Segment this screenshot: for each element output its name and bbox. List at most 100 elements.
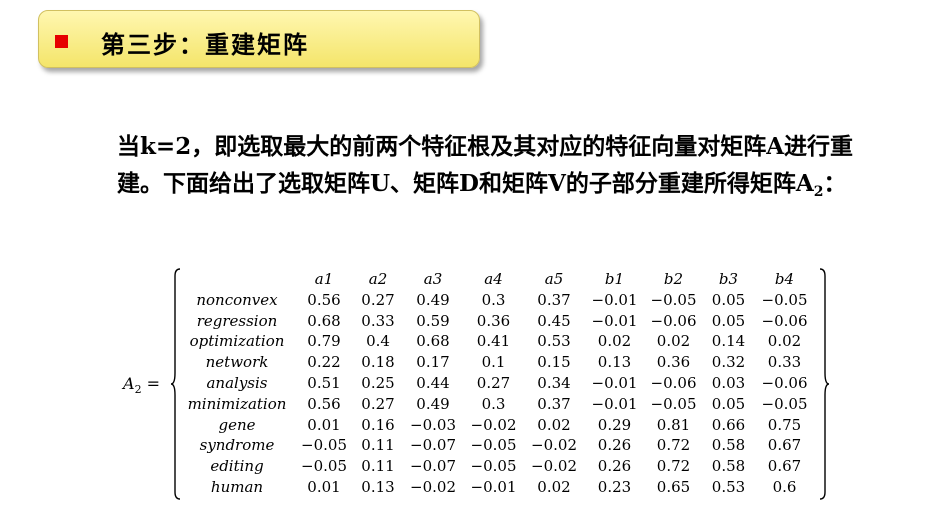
matrix-cell: 0.75	[767, 415, 802, 434]
matrix-cell: 0.79	[307, 332, 341, 351]
row-label: gene	[218, 415, 256, 434]
matrix-row: network 0.22 0.18 0.17 0.1 0.15 0.13 0.3…	[178, 352, 813, 373]
row-label: minimization	[187, 394, 287, 413]
matrix-cell: 0.56	[307, 394, 341, 413]
matrix-row: regression 0.68 0.33 0.59 0.36 0.45 −0.0…	[178, 311, 813, 332]
matrix-cell: 0.4	[366, 332, 390, 351]
matrix-cell: 0.01	[307, 415, 341, 434]
matrix-cell: 0.67	[767, 457, 802, 476]
matrix-cell: 0.41	[476, 332, 511, 351]
matrix-cell: 0.67	[767, 436, 802, 455]
column-header: b3	[718, 270, 739, 288]
matrix-corner	[178, 269, 296, 290]
section-title-banner: 第三步：重建矩阵	[38, 10, 480, 68]
row-label: syndrome	[199, 436, 275, 455]
matrix-cell: −0.02	[531, 436, 577, 455]
description-paragraph: 当k=2，即选取最大的前两个特征根及其对应的特征向量对矩阵A进行重建。下面给出了…	[117, 128, 877, 211]
matrix-cell: 0.33	[767, 353, 802, 372]
matrix-cell: −0.02	[410, 477, 456, 496]
matrix-cell: 0.15	[537, 353, 571, 372]
matrix-cell: −0.06	[761, 311, 808, 330]
matrix-cell: 0.33	[361, 311, 395, 330]
matrix-cell: 0.05	[711, 290, 746, 309]
section-title: 第三步：重建矩阵	[101, 30, 309, 59]
column-header: b1	[604, 270, 625, 288]
matrix-cell: 0.11	[361, 457, 395, 476]
matrix-cell: −0.01	[470, 477, 517, 496]
column-header: a1	[314, 270, 334, 288]
column-header: b4	[774, 270, 795, 288]
matrix-row: gene 0.01 0.16 −0.03 −0.02 0.02 0.29 0.8…	[178, 415, 813, 436]
matrix-cell: 0.51	[307, 373, 341, 392]
matrix-cell: 0.3	[481, 394, 506, 413]
matrix-row: human 0.01 0.13 −0.02 −0.01 0.02 0.23 0.…	[178, 477, 813, 498]
matrix-cell: 0.49	[416, 290, 450, 309]
matrix-cell: 0.72	[656, 436, 691, 455]
row-label: optimization	[189, 332, 285, 351]
matrix-label: A2 =	[123, 374, 160, 396]
red-square-bullet-icon	[55, 35, 68, 48]
matrix-cell: −0.05	[650, 394, 697, 413]
matrix-cell: 0.17	[416, 353, 450, 372]
column-header: b2	[663, 270, 684, 288]
matrix-cell: 0.59	[416, 311, 450, 330]
matrix-cell: −0.06	[761, 373, 808, 392]
matrix-cell: 0.44	[416, 373, 450, 392]
matrix-cell: 0.3	[481, 290, 506, 309]
matrix-cell: 0.02	[656, 332, 691, 351]
row-label: nonconvex	[196, 290, 278, 309]
matrix-cell: −0.07	[410, 436, 456, 455]
matrix-row: nonconvex 0.56 0.27 0.49 0.3 0.37 −0.01 …	[178, 290, 813, 311]
matrix-cell: 0.49	[416, 394, 450, 413]
matrix-cell: −0.01	[591, 311, 638, 330]
matrix-cell: 0.13	[597, 353, 632, 372]
row-label: regression	[196, 311, 278, 330]
paragraph-text: 当k=2，即选取最大的前两个特征根及其对应的特征向量对矩阵A进行重建。下面给出了…	[117, 133, 854, 197]
matrix-cell: 0.37	[537, 394, 571, 413]
matrix-label-name: A	[123, 374, 135, 393]
right-brace-icon	[819, 268, 830, 500]
matrix-cell: −0.01	[591, 290, 638, 309]
matrix-cell: 0.81	[656, 415, 691, 434]
column-header: a3	[423, 270, 443, 288]
matrix-label-equals: =	[141, 374, 161, 393]
column-header: a2	[368, 270, 388, 288]
matrix-cell: −0.05	[650, 290, 697, 309]
matrix-cell: 0.27	[361, 290, 395, 309]
matrix-cell: −0.06	[650, 373, 697, 392]
matrix-cell: −0.01	[591, 373, 638, 392]
matrix-cell: 0.29	[597, 415, 632, 434]
matrix-cell: 0.72	[656, 457, 691, 476]
matrix-cell: 0.1	[481, 353, 506, 372]
matrix-cell: −0.05	[301, 457, 347, 476]
matrix-cell: 0.25	[361, 373, 395, 392]
column-header: a4	[484, 270, 503, 288]
paragraph-subscript: 2	[813, 184, 824, 200]
matrix-cell: 0.13	[361, 477, 395, 496]
matrix-row: analysis 0.51 0.25 0.44 0.27 0.34 −0.01 …	[178, 373, 813, 394]
matrix-cell: −0.05	[761, 290, 808, 309]
matrix-cell: 0.53	[711, 477, 746, 496]
matrix-cell: −0.05	[470, 436, 517, 455]
row-label: analysis	[206, 373, 268, 392]
matrix-cell: 0.18	[361, 353, 395, 372]
column-header: a5	[544, 270, 564, 288]
matrix-cell: 0.27	[361, 394, 395, 413]
matrix-cell: 0.45	[537, 311, 571, 330]
matrix-cell: 0.34	[537, 373, 571, 392]
matrix-cell: 0.56	[307, 290, 341, 309]
matrix-row: syndrome −0.05 0.11 −0.07 −0.05 −0.02 0.…	[178, 435, 813, 456]
matrix-cell: 0.05	[711, 311, 746, 330]
matrix-row: minimization 0.56 0.27 0.49 0.3 0.37 −0.…	[178, 394, 813, 415]
matrix-cell: 0.26	[597, 436, 632, 455]
matrix-cell: 0.22	[307, 353, 341, 372]
matrix-cell: −0.05	[470, 457, 517, 476]
matrix-cell: 0.66	[711, 415, 746, 434]
matrix-cell: 0.58	[711, 457, 746, 476]
matrix-header-row: a1 a2 a3 a4 a5 b1 b2 b3 b4	[178, 269, 813, 290]
matrix-cell: 0.32	[711, 353, 746, 372]
matrix-cell: 0.26	[597, 457, 632, 476]
matrix-cell: 0.14	[711, 332, 746, 351]
matrix-cell: 0.02	[537, 415, 571, 434]
matrix-cell: 0.37	[537, 290, 571, 309]
